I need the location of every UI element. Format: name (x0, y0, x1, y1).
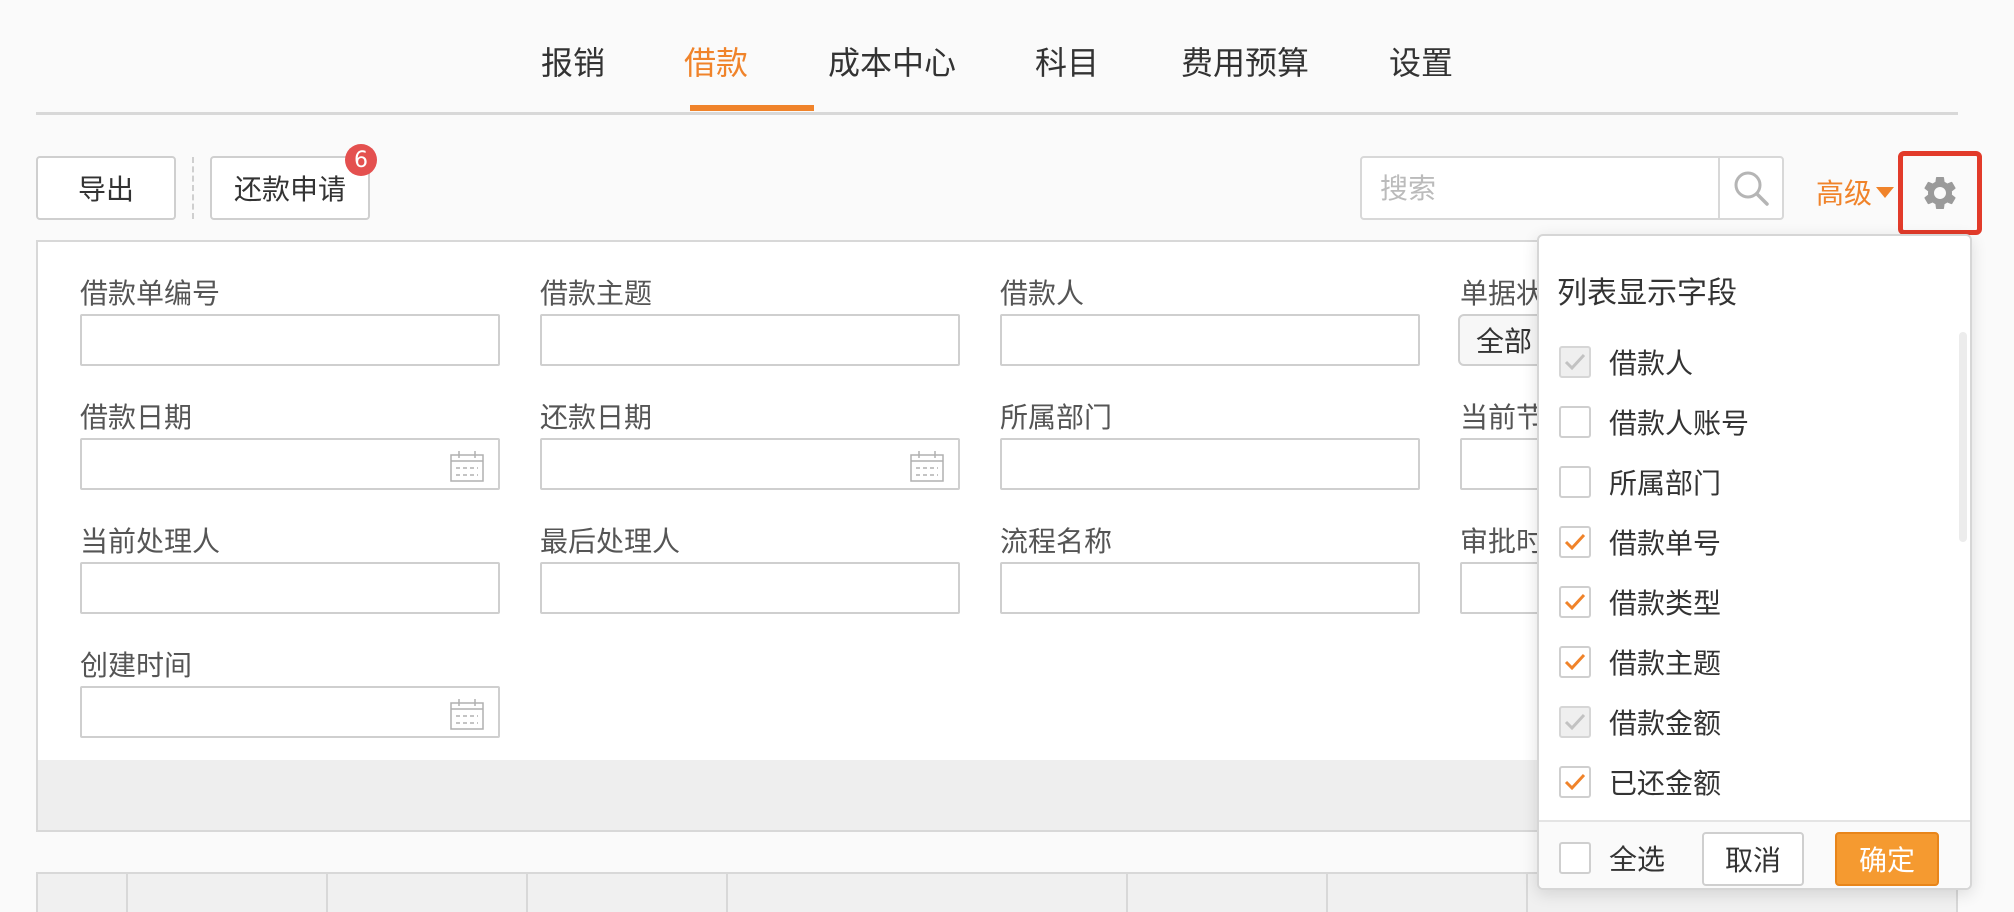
search-box (1360, 156, 1784, 220)
repay-count-badge: 6 (345, 144, 377, 176)
last-handler-input[interactable] (540, 562, 960, 614)
select-all-checkbox[interactable] (1559, 842, 1591, 874)
checkbox[interactable] (1559, 586, 1591, 618)
current-handler-label: 当前处理人 (80, 525, 221, 558)
dropdown-footer: 全选 取消 确定 (1539, 820, 1970, 888)
search-button[interactable] (1718, 158, 1782, 218)
confirm-button[interactable]: 确定 (1835, 832, 1939, 886)
dropdown-title: 列表显示字段 (1557, 276, 1737, 311)
table-column-divider (726, 874, 728, 912)
last-handler-label: 最后处理人 (540, 525, 681, 558)
caret-down-icon (1876, 186, 1895, 198)
loan-no-label: 借款单编号 (80, 277, 221, 310)
search-icon (1734, 171, 1769, 206)
tab-reimbursement[interactable]: 报销 (541, 38, 605, 84)
borrower-input[interactable] (1000, 314, 1420, 366)
loan-subject-input[interactable] (540, 314, 960, 366)
main-tabs: 报销 借款 成本中心 科目 费用预算 设置 (36, 0, 1958, 115)
calendar-icon (450, 451, 484, 482)
active-tab-indicator (690, 105, 814, 111)
table-column-divider (326, 874, 328, 912)
check-icon (1564, 533, 1586, 551)
column-option-repaid-amount[interactable]: 已还金额 (1559, 762, 1721, 802)
check-icon (1564, 353, 1586, 371)
tab-expense-budget[interactable]: 费用预算 (1181, 38, 1309, 84)
select-all-label: 全选 (1609, 843, 1666, 876)
process-name-input[interactable] (1000, 562, 1420, 614)
column-option-label: 借款金额 (1609, 707, 1722, 740)
check-icon (1564, 593, 1586, 611)
column-option-label: 借款人账号 (1609, 407, 1750, 440)
checkbox[interactable] (1559, 706, 1591, 738)
column-option-borrower[interactable]: 借款人 (1559, 342, 1693, 382)
export-button[interactable]: 导出 (36, 156, 176, 220)
tab-settings[interactable]: 设置 (1389, 38, 1453, 84)
created-time-input[interactable] (80, 686, 500, 738)
column-option-label: 所属部门 (1609, 467, 1722, 500)
cancel-button[interactable]: 取消 (1702, 832, 1804, 886)
search-input[interactable] (1362, 158, 1718, 218)
advanced-label: 高级 (1816, 177, 1873, 210)
column-option-department[interactable]: 所属部门 (1559, 462, 1721, 502)
loan-date-label: 借款日期 (80, 401, 193, 434)
loan-date-input[interactable] (80, 438, 500, 490)
borrower-label: 借款人 (1000, 277, 1085, 310)
created-time-label: 创建时间 (80, 649, 193, 682)
approval-time-label: 审批时 (1460, 525, 1545, 558)
checkbox[interactable] (1559, 766, 1591, 798)
table-column-divider (1126, 874, 1128, 912)
tab-cost-center[interactable]: 成本中心 (828, 38, 956, 84)
column-option-borrower-account[interactable]: 借款人账号 (1559, 402, 1749, 442)
checkbox[interactable] (1559, 466, 1591, 498)
department-label: 所属部门 (1000, 401, 1113, 434)
table-column-divider (126, 874, 128, 912)
checkbox[interactable] (1559, 646, 1591, 678)
process-name-label: 流程名称 (1000, 525, 1113, 558)
dropdown-scrollbar[interactable] (1959, 332, 1967, 542)
table-column-divider (1526, 874, 1528, 912)
current-node-label: 当前节 (1460, 401, 1545, 434)
checkbox[interactable] (1559, 526, 1591, 558)
column-option-label: 借款人 (1609, 347, 1694, 380)
calendar-icon (910, 451, 944, 482)
table-column-divider (1326, 874, 1328, 912)
repay-date-input[interactable] (540, 438, 960, 490)
column-option-label: 借款单号 (1609, 527, 1722, 560)
column-option-loan-amount[interactable]: 借款金额 (1559, 702, 1721, 742)
column-option-label: 已还金额 (1609, 767, 1722, 800)
column-option-loan-type[interactable]: 借款类型 (1559, 582, 1721, 622)
column-option-label: 借款类型 (1609, 587, 1722, 620)
department-input[interactable] (1000, 438, 1420, 490)
tab-accounts[interactable]: 科目 (1035, 38, 1099, 84)
tab-loan[interactable]: 借款 (684, 38, 748, 84)
doc-status-label: 单据状 (1460, 277, 1545, 310)
loan-subject-label: 借款主题 (540, 277, 653, 310)
repay-date-label: 还款日期 (540, 401, 653, 434)
advanced-search-toggle[interactable]: 高级 (1816, 172, 1895, 212)
toolbar-divider (192, 157, 194, 219)
select-all-option[interactable]: 全选 (1559, 838, 1665, 878)
check-icon (1564, 773, 1586, 791)
current-handler-input[interactable] (80, 562, 500, 614)
loan-no-input[interactable] (80, 314, 500, 366)
calendar-icon (450, 699, 484, 730)
checkbox[interactable] (1559, 406, 1591, 438)
checkbox[interactable] (1559, 346, 1591, 378)
column-settings-dropdown: 列表显示字段 借款人 借款人账号 所属部门 借款单号 借款类型 借款主题 借款金… (1537, 234, 1972, 890)
column-option-loan-subject[interactable]: 借款主题 (1559, 642, 1721, 682)
column-option-loan-no[interactable]: 借款单号 (1559, 522, 1721, 562)
column-settings-button[interactable] (1898, 151, 1982, 235)
column-option-label: 借款主题 (1609, 647, 1722, 680)
check-icon (1564, 653, 1586, 671)
check-icon (1564, 713, 1586, 731)
gear-icon (1924, 177, 1956, 209)
table-column-divider (526, 874, 528, 912)
